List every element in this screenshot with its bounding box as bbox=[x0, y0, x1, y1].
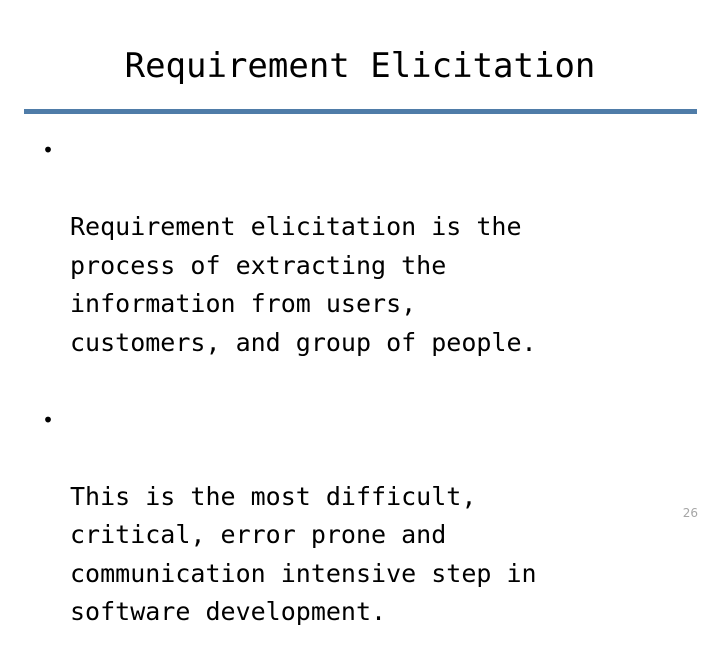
page-title: Requirement Elicitation bbox=[24, 44, 696, 88]
bullet-list: • Requirement elicitation is the process… bbox=[28, 131, 698, 670]
list-item-text: Requirement elicitation is the process o… bbox=[70, 208, 698, 362]
bullet-icon: • bbox=[42, 131, 62, 170]
list-item: • Requirement elicitation is the process… bbox=[28, 131, 698, 401]
list-item-text: This is the most difficult, critical, er… bbox=[70, 478, 698, 632]
presentation-slide: Requirement Elicitation • Requirement el… bbox=[0, 0, 720, 540]
page-number: 26 bbox=[683, 506, 698, 520]
list-item: • This is the most difficult, critical, … bbox=[28, 401, 698, 670]
bullet-icon: • bbox=[42, 401, 62, 440]
title-divider bbox=[24, 109, 697, 114]
